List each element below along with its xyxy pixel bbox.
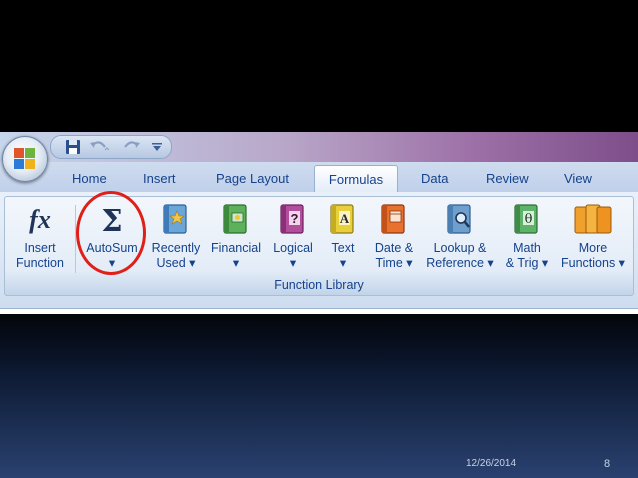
recently-used-label-2: Used ▾ <box>156 256 196 270</box>
date-time-button[interactable]: Date & Time ▾ <box>367 201 421 277</box>
math-trig-button[interactable]: θ Math & Trig ▾ <box>499 201 555 277</box>
more-functions-books-icon <box>574 204 612 234</box>
svg-text:?: ? <box>291 211 299 226</box>
save-icon[interactable] <box>65 139 81 155</box>
recently-used-label-1: Recently <box>151 241 201 255</box>
tab-insert[interactable]: Insert <box>143 171 176 186</box>
tab-formulas[interactable]: Formulas <box>314 165 398 193</box>
slide-page-number: 8 <box>604 458 611 470</box>
math-trig-book-icon: θ <box>514 204 538 234</box>
text-label: Text <box>331 241 355 255</box>
autosum-highlight-circle <box>76 191 146 275</box>
financial-button[interactable]: Financial ▾ <box>207 201 265 277</box>
insert-function-label-1: Insert <box>24 241 56 255</box>
lookup-reference-button[interactable]: Lookup & Reference ▾ <box>421 201 499 277</box>
insert-function-button[interactable]: fx Insert Function <box>7 201 73 277</box>
insert-function-icon: fx <box>29 205 51 234</box>
math-trig-label-1: Math <box>513 241 541 255</box>
lookup-reference-label-1: Lookup & <box>433 241 487 255</box>
logical-book-icon: ? <box>280 204 304 234</box>
text-dropdown-arrow[interactable]: ▾ <box>321 256 365 271</box>
tab-page-layout[interactable]: Page Layout <box>216 171 289 186</box>
text-book-icon: A <box>330 204 354 234</box>
insert-function-label-2: Function <box>16 256 64 270</box>
tab-formulas-label: Formulas <box>328 172 384 187</box>
lookup-reference-label-2: Reference ▾ <box>426 256 494 270</box>
date-time-label-2: Time ▾ <box>375 256 413 270</box>
worksheet-edge <box>0 308 638 314</box>
text-button[interactable]: A Text ▾ <box>321 201 365 277</box>
tab-review[interactable]: Review <box>486 171 529 186</box>
more-functions-label-1: More <box>578 241 608 255</box>
office-logo-icon <box>14 148 35 169</box>
date-time-book-icon <box>381 204 405 234</box>
financial-label: Financial <box>210 241 262 255</box>
financial-dropdown-arrow[interactable]: ▾ <box>207 256 265 271</box>
svg-text:A: A <box>340 211 350 226</box>
slide-date: 12/26/2014 <box>466 458 517 469</box>
logical-dropdown-arrow[interactable]: ▾ <box>267 256 319 271</box>
svg-text:fx: fx <box>29 205 51 234</box>
title-bar <box>0 132 638 162</box>
logical-button[interactable]: ? Logical ▾ <box>267 201 319 277</box>
redo-icon[interactable] <box>121 139 141 155</box>
undo-icon[interactable] <box>89 139 109 155</box>
customize-toolbar-icon[interactable] <box>151 142 163 152</box>
financial-book-icon <box>223 204 247 234</box>
ribbon-tab-row: Home Insert Page Layout Formulas Data Re… <box>0 162 638 193</box>
svg-text:θ: θ <box>525 212 533 227</box>
more-functions-label-2: Functions ▾ <box>561 256 625 270</box>
tab-data[interactable]: Data <box>421 171 448 186</box>
date-time-label-1: Date & <box>374 241 414 255</box>
more-functions-button[interactable]: More Functions ▾ <box>555 201 631 277</box>
group-label: Function Library <box>274 278 364 292</box>
tab-view[interactable]: View <box>564 171 592 186</box>
math-trig-label-2: & Trig ▾ <box>505 256 549 270</box>
tab-home[interactable]: Home <box>72 171 107 186</box>
recently-used-button[interactable]: Recently Used ▾ <box>145 201 207 277</box>
office-button[interactable] <box>2 136 48 182</box>
logical-label: Logical <box>273 241 313 255</box>
quick-access-toolbar <box>50 135 172 159</box>
recently-used-book-icon <box>163 204 187 234</box>
lookup-reference-book-icon <box>447 204 471 234</box>
